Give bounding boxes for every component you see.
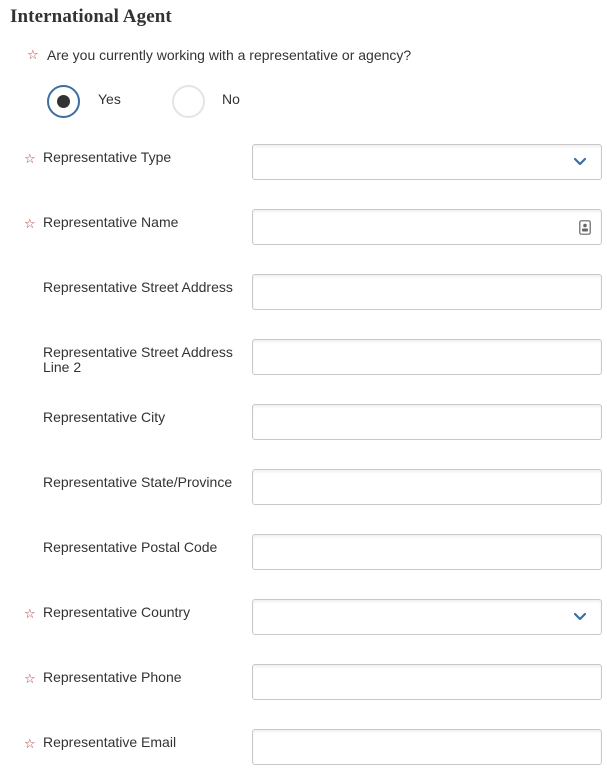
postal-code-input[interactable]	[253, 535, 601, 569]
representative-type-select[interactable]	[252, 144, 602, 180]
section-title: International Agent	[10, 6, 172, 27]
country-select[interactable]	[252, 599, 602, 635]
representative-name-input[interactable]	[253, 210, 601, 244]
representative-name-label: Representative Name	[43, 214, 179, 230]
field-row-country: ☆ Representative Country	[0, 599, 607, 645]
country-label: Representative Country	[43, 604, 191, 620]
representative-name-field[interactable]	[252, 209, 602, 245]
phone-label: Representative Phone	[43, 669, 182, 685]
agency-question-label: Are you currently working with a represe…	[47, 47, 412, 63]
chevron-down-icon	[573, 157, 587, 166]
state-province-input[interactable]	[253, 470, 601, 504]
street-address-label: Representative Street Address	[43, 279, 233, 295]
email-label: Representative Email	[43, 734, 177, 750]
phone-input[interactable]	[253, 665, 601, 699]
field-row-email: ☆ Representative Email	[0, 729, 607, 775]
street-address-line-2-label: Representative Street Address Line 2	[43, 344, 233, 375]
city-input[interactable]	[253, 405, 601, 439]
field-row-postal-code: Representative Postal Code	[0, 534, 607, 580]
contact-card-icon	[579, 220, 591, 235]
city-field[interactable]	[252, 404, 602, 440]
field-row-representative-type: ☆ Representative Type	[0, 144, 607, 190]
required-star-icon: ☆	[24, 151, 36, 166]
state-province-field[interactable]	[252, 469, 602, 505]
representative-type-label: Representative Type	[43, 149, 172, 165]
email-field[interactable]	[252, 729, 602, 765]
street-address-line-2-input[interactable]	[253, 340, 601, 374]
required-star-icon: ☆	[24, 736, 36, 751]
radio-no-label: No	[222, 91, 240, 107]
field-row-representative-name: ☆ Representative Name	[0, 209, 607, 255]
postal-code-label: Representative Postal Code	[43, 539, 218, 555]
chevron-down-icon	[573, 612, 587, 621]
required-star-icon: ☆	[27, 47, 39, 62]
field-row-state-province: Representative State/Province	[0, 469, 607, 515]
field-row-street-address-line-2: Representative Street Address Line 2	[0, 339, 607, 385]
radio-selected-dot	[57, 95, 70, 108]
radio-no[interactable]	[172, 85, 205, 118]
street-address-field[interactable]	[252, 274, 602, 310]
street-address-line-2-field[interactable]	[252, 339, 602, 375]
required-star-icon: ☆	[24, 606, 36, 621]
email-input[interactable]	[253, 730, 601, 764]
field-row-city: Representative City	[0, 404, 607, 450]
phone-field[interactable]	[252, 664, 602, 700]
city-label: Representative City	[43, 409, 166, 425]
required-star-icon: ☆	[24, 671, 36, 686]
required-star-icon: ☆	[24, 216, 36, 231]
postal-code-field[interactable]	[252, 534, 602, 570]
field-row-phone: ☆ Representative Phone	[0, 664, 607, 710]
street-address-input[interactable]	[253, 275, 601, 309]
radio-yes-label: Yes	[98, 91, 121, 107]
field-row-street-address: Representative Street Address	[0, 274, 607, 320]
state-province-label: Representative State/Province	[43, 474, 233, 490]
radio-yes[interactable]	[47, 85, 80, 118]
